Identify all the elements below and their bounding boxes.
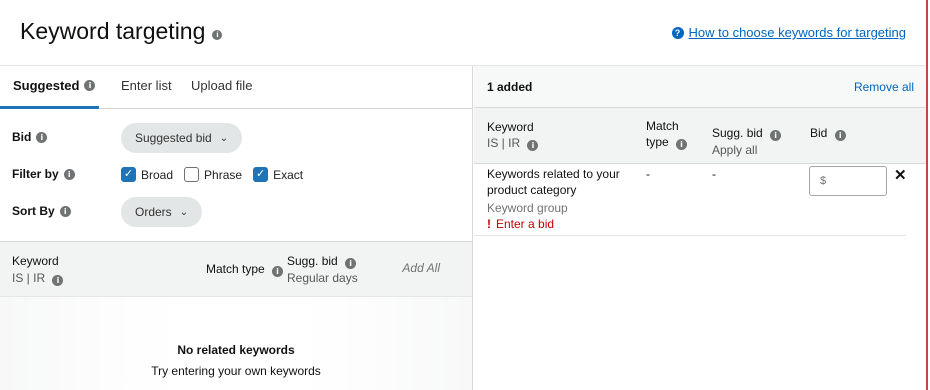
info-icon[interactable]: i [52,275,64,286]
empty-state-subtitle: Try entering your own keywords [151,364,321,378]
row-sugg-bid: - [712,167,716,181]
help-link[interactable]: How to choose keywords for targeting [689,25,907,40]
info-icon[interactable]: i [676,139,688,150]
added-count: 1 added [487,80,533,94]
tab-suggested[interactable]: Suggested i [13,78,96,93]
row-keyword-line2: product category [487,183,577,197]
col-keyword: Keyword [12,254,59,268]
keyword-targeting-page: Keyword targeting i ? How to choose keyw… [0,0,928,390]
help-link-container: ? How to choose keywords for targeting [671,25,907,40]
empty-state: No related keywords Try entering your ow… [0,297,472,390]
page-header: Keyword targeting i ? How to choose keyw… [0,0,926,66]
info-icon[interactable]: i [834,130,846,141]
row-error: ! Enter a bid [487,216,554,232]
info-icon[interactable]: i [345,258,357,269]
checkbox-unchecked-icon[interactable] [184,167,200,182]
error-icon: ! [487,217,491,231]
col-sugg-bid: Sugg. bid i [287,254,357,269]
info-icon[interactable]: i [36,131,48,143]
tab-suggested-label: Suggested [13,78,80,93]
close-icon[interactable]: ✕ [894,166,907,184]
col-keyword-sub: IS | IR i [487,136,539,151]
tab-enter-list[interactable]: Enter list [121,78,172,93]
col-match-type-line2-text: type [646,135,669,149]
filter-exact-label: Exact [273,167,304,182]
info-icon[interactable]: i [770,130,782,141]
tab-upload-file-label: Upload file [191,78,253,93]
chevron-down-icon: ⌄ [179,206,189,218]
col-match-type: Match [646,119,679,133]
active-tab-indicator [0,106,99,109]
filter-broad[interactable]: ✓ Broad [121,167,173,182]
empty-state-title: No related keywords [177,343,295,357]
info-icon[interactable]: i [527,140,539,151]
col-keyword: Keyword [487,120,534,134]
info-icon[interactable]: i [63,168,75,180]
bid-input[interactable]: $ [809,166,887,196]
tab-upload-file[interactable]: Upload file [191,78,252,93]
filter-phrase-label: Phrase [204,167,243,182]
col-sugg-bid-text: Sugg. bid [712,126,763,140]
checkbox-checked-icon[interactable]: ✓ [121,167,136,182]
bid-label-text: Bid [12,130,32,144]
col-keyword-sub-text: IS | IR [12,271,46,285]
col-match-type-text: Match type [206,262,265,276]
col-keyword-sub-text: IS | IR [487,136,521,150]
col-bid-text: Bid [810,126,828,140]
col-sugg-bid-sub: Regular days [287,271,358,285]
row-keyword-group: Keyword group [487,201,568,215]
match-type-filter: ✓ Broad Phrase ✓ Exact [121,167,314,182]
sort-by-label-text: Sort By [12,204,55,218]
row-keyword-line1: Keywords related to your [487,167,620,181]
suggestions-pane: Suggested i Enter list Upload file Bid i… [0,66,473,390]
page-title: Keyword targeting i [20,18,223,45]
col-keyword-sub: IS | IR i [12,271,64,286]
checkbox-checked-icon[interactable]: ✓ [253,167,269,182]
bid-input-placeholder: $ [820,175,827,187]
info-icon[interactable]: i [212,29,223,40]
info-icon[interactable]: i [272,266,284,277]
col-sugg-bid: Sugg. bid i [712,126,782,141]
table-row: Keywords related to your product categor… [474,164,907,236]
filter-broad-label: Broad [141,167,174,182]
filter-exact[interactable]: ✓ Exact [253,167,303,182]
col-bid: Bid i [810,126,846,141]
info-icon[interactable]: i [59,205,71,217]
page-title-text: Keyword targeting [20,18,206,44]
add-all-button[interactable]: Add All [402,261,440,275]
filter-by-label-text: Filter by [12,167,59,181]
row-error-text: Enter a bid [496,217,555,231]
bid-label: Bid i [12,130,48,144]
suggestions-table-header: Keyword IS | IR i Match type i Sugg. bid… [0,241,472,297]
added-header: 1 added Remove all [474,66,926,108]
col-match-type: Match type i [206,262,284,277]
tab-bar: Suggested i Enter list Upload file [0,66,472,109]
bid-dropdown[interactable]: Suggested bid ⌄ [121,123,243,153]
filter-by-label: Filter by i [12,167,75,181]
tab-enter-list-label: Enter list [121,78,172,93]
question-icon: ? [671,26,684,39]
apply-all-button[interactable]: Apply all [712,143,757,157]
filter-phrase[interactable]: Phrase [184,167,242,182]
remove-all-button[interactable]: Remove all [854,80,914,94]
added-keywords-pane: 1 added Remove all Keyword IS | IR i Mat… [474,66,926,390]
bid-dropdown-value: Suggested bid [135,131,212,145]
chevron-down-icon: ⌄ [219,132,229,144]
col-match-type-line2: type i [646,135,688,150]
col-sugg-bid-text: Sugg. bid [287,254,338,268]
sort-dropdown[interactable]: Orders ⌄ [121,197,203,227]
row-match-type: - [646,167,650,181]
sort-dropdown-value: Orders [135,205,172,219]
sort-by-label: Sort By i [12,204,71,218]
info-icon[interactable]: i [84,80,96,91]
added-table-header: Keyword IS | IR i Match type i Sugg. bid… [474,108,926,164]
